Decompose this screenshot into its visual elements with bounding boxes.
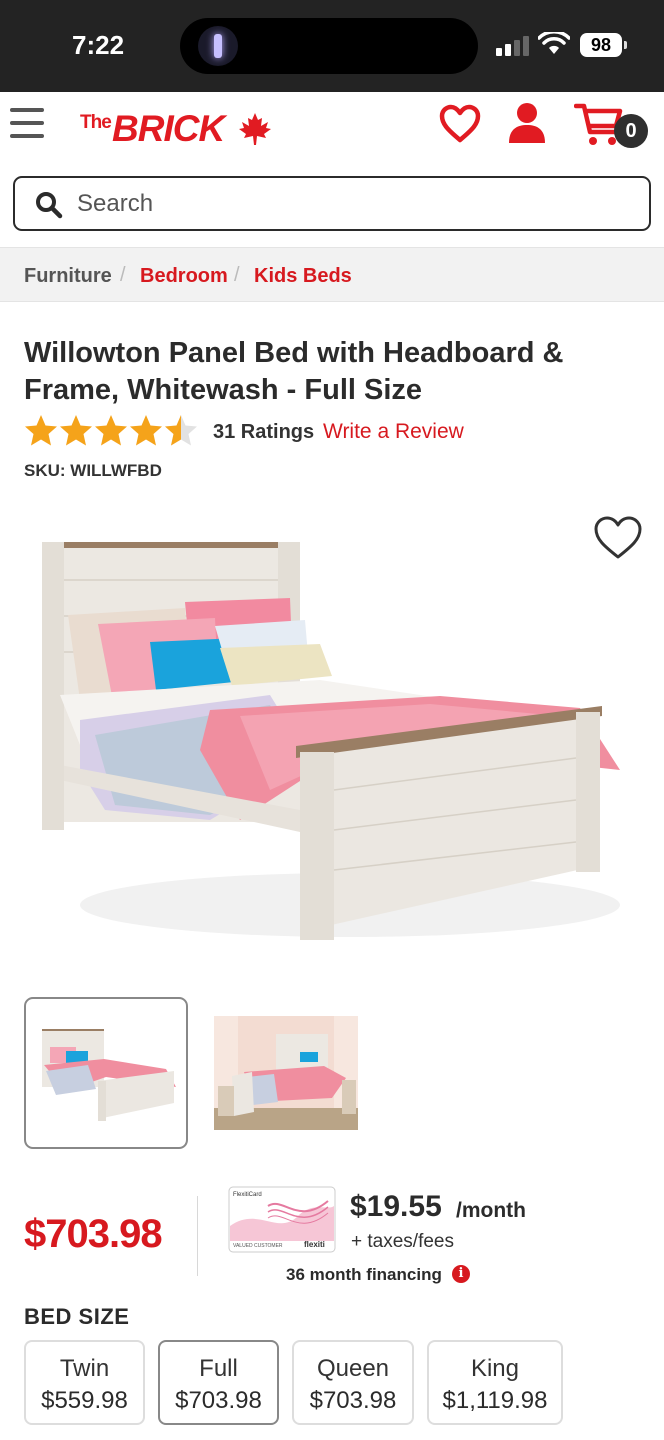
size-option-twin[interactable]: Twin $559.98 (24, 1340, 145, 1425)
thumbnail-1-image (42, 1029, 176, 1121)
size-option-price: $559.98 (41, 1387, 128, 1414)
size-option-king[interactable]: King $1,119.98 (427, 1340, 563, 1425)
product-image[interactable] (20, 520, 640, 960)
size-option-price: $1,119.98 (442, 1387, 548, 1414)
ratings-count[interactable]: 31 Ratings (213, 421, 314, 444)
bed-size-heading: BED SIZE (24, 1304, 130, 1329)
star-icon (130, 415, 162, 446)
dynamic-island (180, 18, 478, 74)
financing-amount: $19.55 (350, 1190, 442, 1223)
thumbnail-1[interactable] (24, 997, 188, 1149)
logo-brick: BRICK (112, 108, 225, 149)
star-rating[interactable] (24, 414, 200, 448)
product-price: $703.98 (24, 1212, 163, 1256)
brand-logo[interactable]: The BRICK (80, 108, 280, 149)
add-to-wishlist-icon[interactable] (592, 514, 644, 562)
flexiti-card-image: FlexitiCard VALUED CUSTOMER flexiti (228, 1186, 336, 1253)
breadcrumb-kids-beds[interactable]: Kids Beds (254, 265, 352, 288)
signal-icon (496, 36, 530, 56)
thumbnail-2-image (214, 1016, 358, 1130)
size-option-queen[interactable]: Queen $703.98 (292, 1340, 414, 1425)
size-option-price: $703.98 (309, 1387, 397, 1414)
star-icon (60, 415, 92, 446)
maple-leaf-icon (239, 113, 271, 145)
size-option-label: Full (199, 1355, 238, 1382)
size-option-full[interactable]: Full $703.98 (158, 1340, 279, 1425)
breadcrumb-separator: / (120, 264, 126, 286)
search-bar[interactable] (13, 176, 651, 231)
breadcrumb-separator: / (234, 264, 240, 286)
size-option-price: $703.98 (175, 1387, 262, 1414)
menu-icon[interactable] (10, 108, 46, 140)
wifi-icon (538, 32, 570, 54)
search-icon (36, 192, 63, 219)
star-half-icon (165, 415, 197, 446)
price-divider (197, 1196, 198, 1276)
financing-period: /month (456, 1199, 526, 1222)
card-holder: VALUED CUSTOMER (233, 1243, 283, 1249)
battery-indicator: 98 (580, 33, 627, 57)
breadcrumb: Furniture / Bedroom / Kids Beds (0, 247, 664, 302)
product-sku: SKU: WILLWFBD (24, 461, 162, 480)
write-review-link[interactable]: Write a Review (323, 420, 464, 444)
info-icon[interactable]: i (452, 1265, 470, 1283)
status-time: 7:22 (72, 30, 125, 60)
search-input[interactable] (77, 186, 637, 222)
status-bar: 7:22 98 (0, 0, 664, 92)
card-brand: flexiti (304, 1240, 325, 1249)
card-label: FlexitiCard (233, 1192, 262, 1198)
cart-count-badge[interactable]: 0 (614, 114, 648, 148)
size-option-label: Queen (316, 1355, 390, 1382)
logo-the: The (80, 112, 112, 133)
breadcrumb-furniture[interactable]: Furniture (24, 265, 112, 288)
star-icon (95, 415, 127, 446)
flashlight-icon (198, 26, 238, 66)
financing-taxes: + taxes/fees (351, 1231, 454, 1252)
breadcrumb-bedroom[interactable]: Bedroom (140, 265, 228, 288)
account-icon[interactable] (508, 102, 546, 144)
size-option-label: Twin (59, 1355, 110, 1382)
star-icon (25, 415, 57, 446)
financing-term: 36 month financing (286, 1265, 442, 1284)
heart-icon[interactable] (438, 104, 482, 144)
product-title: Willowton Panel Bed with Headboard & Fra… (24, 337, 564, 406)
thumbnail-2[interactable] (214, 1016, 358, 1130)
size-option-label: King (470, 1355, 520, 1382)
